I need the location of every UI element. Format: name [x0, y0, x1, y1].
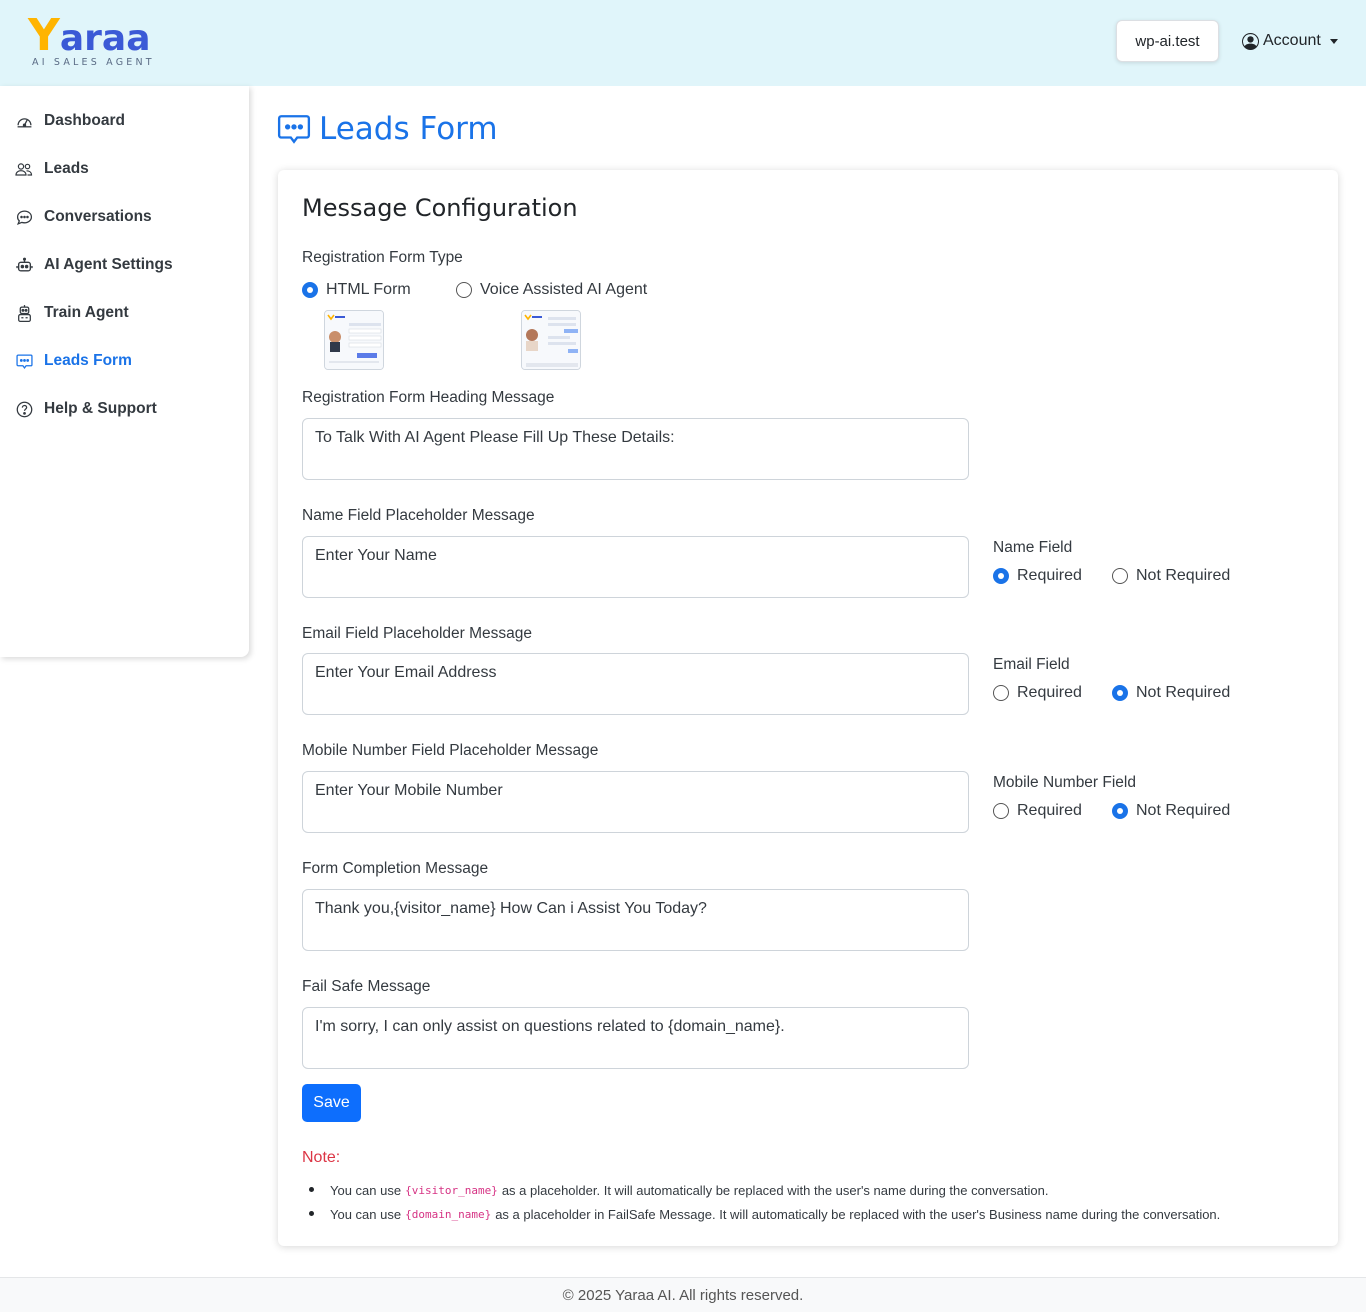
mobile-field-required-label: Mobile Number Field — [993, 774, 1136, 791]
note-text: You can use — [330, 1206, 402, 1222]
yaraa-logo[interactable]: Yaraa AI SALES AGENT — [28, 10, 158, 70]
sidebar-item-help-support[interactable]: Help & Support — [0, 393, 249, 425]
sidebar-item-label: Train Agent — [44, 304, 129, 321]
name-placeholder-input[interactable]: Enter Your Name — [302, 536, 969, 598]
chat-dots-icon — [15, 208, 33, 226]
sidebar-item-ai-agent-settings[interactable]: AI Agent Settings — [0, 249, 249, 281]
sidebar-item-label: Conversations — [44, 208, 152, 225]
logo-letter: Y — [28, 10, 60, 61]
sidebar-item-label: Help & Support — [44, 400, 157, 417]
message-configuration-card: Message Configuration Registration Form … — [278, 170, 1338, 1246]
failsafe-message-label: Fail Safe Message — [302, 978, 431, 995]
sidebar: Dashboard Leads Conversations AI Agent S… — [0, 86, 249, 657]
page-title: Leads Form — [319, 111, 498, 147]
radio-unchecked-icon — [993, 685, 1009, 701]
mobile-placeholder-input[interactable]: Enter Your Mobile Number — [302, 771, 969, 833]
mobile-placeholder-label: Mobile Number Field Placeholder Message — [302, 742, 599, 759]
footer: © 2025 Yaraa AI. All rights reserved. — [0, 1277, 1366, 1312]
account-label: Account — [1263, 32, 1321, 49]
completion-message-label: Form Completion Message — [302, 860, 489, 877]
sidebar-item-dashboard[interactable]: Dashboard — [0, 105, 249, 137]
note-text: as a placeholder. It will automatically … — [501, 1182, 1049, 1198]
sidebar-item-label: Dashboard — [44, 112, 125, 129]
radio-checked-icon — [993, 568, 1009, 584]
email-field-required-label: Email Field — [993, 656, 1070, 673]
heading-message-input[interactable]: To Talk With AI Agent Please Fill Up The… — [302, 418, 969, 480]
note-text: as a placeholder in FailSafe Message. It… — [495, 1206, 1221, 1222]
account-dropdown[interactable]: Account — [1242, 29, 1338, 53]
email-not-required-radio[interactable]: Not Required — [1112, 684, 1230, 702]
radio-label: Required — [1017, 802, 1082, 819]
note-code: {visitor_name} — [405, 1183, 498, 1197]
chat-square-dots-icon — [15, 352, 33, 370]
sidebar-item-label: Leads — [44, 160, 89, 177]
sidebar-item-leads-form[interactable]: Leads Form — [0, 345, 249, 377]
robot-icon — [15, 256, 33, 274]
radio-unchecked-icon — [1112, 568, 1128, 584]
radio-label: Required — [1017, 567, 1082, 584]
page-header: Leads Form — [277, 107, 498, 151]
chat-square-dots-icon — [277, 115, 311, 144]
note-text: You can use — [330, 1182, 402, 1198]
logo-wordmark: Yaraa — [28, 10, 151, 61]
radio-unchecked-icon — [456, 282, 472, 298]
radio-label: HTML Form — [326, 281, 411, 298]
top-header: Yaraa AI SALES AGENT wp-ai.test Account — [0, 0, 1366, 86]
sidebar-item-train-agent[interactable]: Train Agent — [0, 297, 249, 329]
user-circle-icon — [1242, 32, 1259, 50]
radio-checked-icon — [1112, 803, 1128, 819]
name-not-required-radio[interactable]: Not Required — [1112, 567, 1230, 585]
name-required-radio[interactable]: Required — [993, 567, 1082, 585]
completion-message-input[interactable]: Thank you,{visitor_name} How Can i Assis… — [302, 889, 969, 951]
html-form-preview-image[interactable] — [324, 310, 384, 370]
email-placeholder-input[interactable]: Enter Your Email Address — [302, 653, 969, 715]
question-circle-icon — [15, 400, 33, 418]
speedometer-icon — [15, 112, 33, 130]
heading-message-label: Registration Form Heading Message — [302, 389, 555, 406]
note-title: Note: — [302, 1149, 341, 1166]
save-button[interactable]: Save — [302, 1084, 361, 1122]
sidebar-item-conversations[interactable]: Conversations — [0, 201, 249, 233]
people-icon — [15, 160, 33, 178]
radio-voice-assisted[interactable]: Voice Assisted AI Agent — [456, 281, 647, 299]
radio-unchecked-icon — [993, 803, 1009, 819]
sidebar-item-label: AI Agent Settings — [44, 256, 173, 273]
radio-label: Required — [1017, 684, 1082, 701]
name-field-required-label: Name Field — [993, 539, 1073, 556]
note-list: You can use {visitor_name} as a placeholde… — [302, 1178, 1322, 1226]
train-agent-icon — [15, 304, 33, 322]
note-code: {domain_name} — [405, 1207, 492, 1221]
chevron-down-icon — [1329, 38, 1338, 44]
radio-label: Not Required — [1136, 684, 1231, 701]
radio-checked-icon — [1112, 685, 1128, 701]
logo-tagline: AI SALES AGENT — [32, 57, 155, 68]
card-title: Message Configuration — [302, 194, 578, 222]
note-item: You can use {domain_name} as a placeholder… — [302, 1202, 1322, 1226]
sidebar-item-leads[interactable]: Leads — [0, 153, 249, 185]
voice-agent-preview-image[interactable] — [521, 310, 581, 370]
name-placeholder-label: Name Field Placeholder Message — [302, 507, 535, 524]
sidebar-item-label: Leads Form — [44, 352, 132, 369]
footer-text: © 2025 Yaraa AI. All rights reserved. — [562, 1286, 804, 1304]
radio-checked-icon — [302, 282, 318, 298]
radio-label: Not Required — [1136, 802, 1231, 819]
mobile-not-required-radio[interactable]: Not Required — [1112, 802, 1230, 820]
logo-main: araa — [59, 18, 151, 59]
failsafe-message-input[interactable]: I'm sorry, I can only assist on question… — [302, 1007, 969, 1069]
email-required-radio[interactable]: Required — [993, 684, 1082, 702]
radio-label: Not Required — [1136, 567, 1231, 584]
radio-label: Voice Assisted AI Agent — [480, 281, 648, 298]
domain-button[interactable]: wp-ai.test — [1116, 20, 1219, 62]
email-placeholder-label: Email Field Placeholder Message — [302, 625, 533, 642]
form-type-label: Registration Form Type — [302, 249, 463, 266]
radio-html-form[interactable]: HTML Form — [302, 281, 411, 299]
note-item: You can use {visitor_name} as a placeholde… — [302, 1178, 1322, 1202]
mobile-required-radio[interactable]: Required — [993, 802, 1082, 820]
